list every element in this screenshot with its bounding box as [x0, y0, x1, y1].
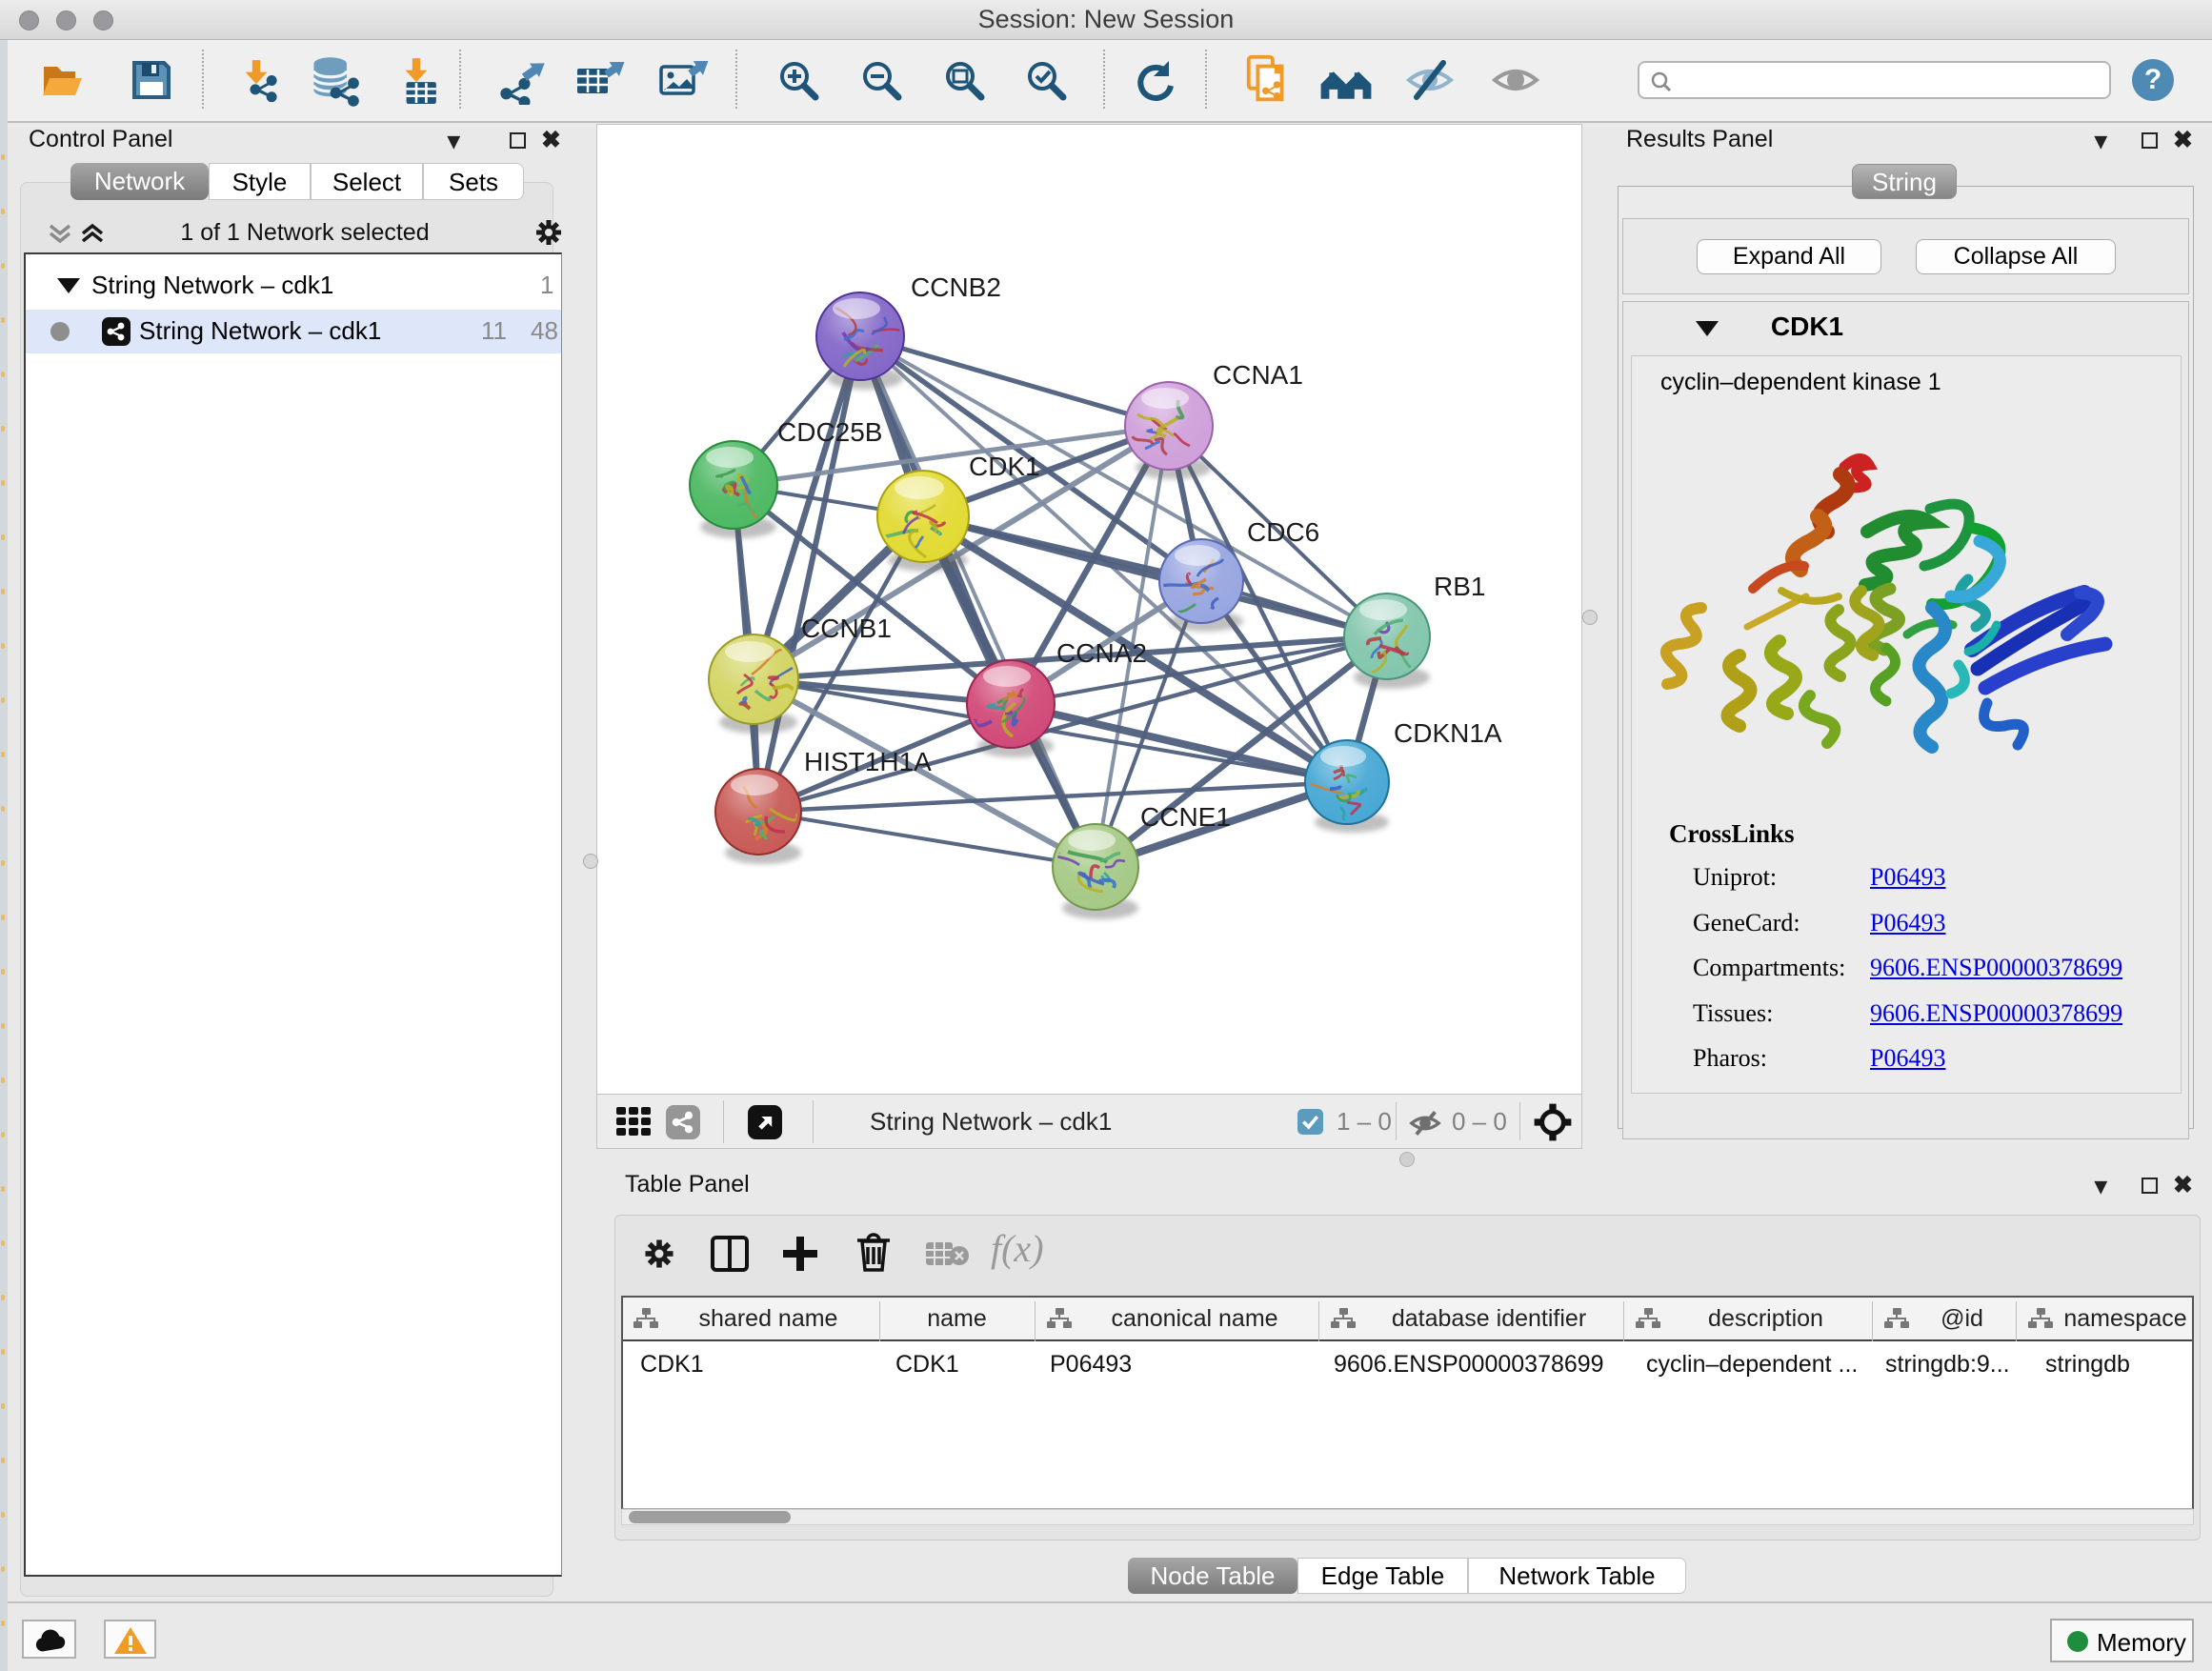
svg-text:?: ? [2144, 64, 2162, 95]
svg-text:CDC6: CDC6 [1247, 517, 1319, 547]
svg-text:CCNE1: CCNE1 [1140, 802, 1231, 832]
svg-text:CCNA1: CCNA1 [1213, 360, 1303, 390]
svg-text:CDC25B: CDC25B [777, 417, 882, 447]
svg-text:RB1: RB1 [1434, 572, 1485, 601]
svg-text:CCNB2: CCNB2 [911, 272, 1001, 302]
svg-text:CDKN1A: CDKN1A [1394, 718, 1502, 748]
svg-text:HIST1H1A: HIST1H1A [804, 747, 932, 776]
svg-text:CCNA2: CCNA2 [1056, 638, 1147, 668]
svg-text:CCNB1: CCNB1 [801, 614, 892, 643]
svg-text:CDK1: CDK1 [969, 452, 1040, 481]
